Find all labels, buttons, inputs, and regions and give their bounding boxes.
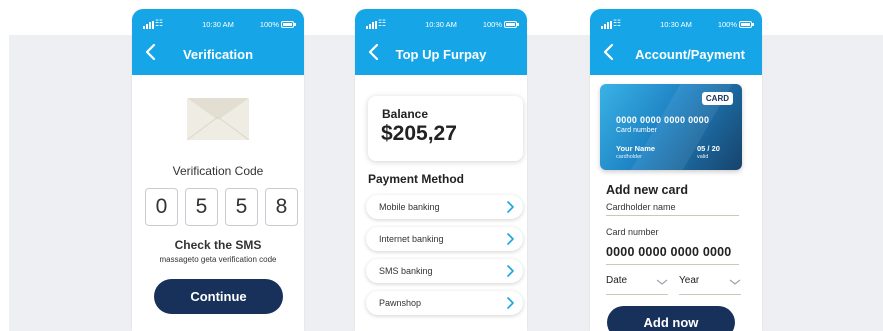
payment-method-label: SMS banking <box>379 266 433 276</box>
card-number-field-label: Card number <box>606 227 659 237</box>
code-digit-input[interactable]: 0 <box>145 188 178 226</box>
payment-method-item[interactable]: Pawnshop <box>366 291 523 315</box>
payment-method-item[interactable]: SMS banking <box>366 259 523 283</box>
field-underline <box>606 215 739 216</box>
header: ☷ 10:30 AM 100% Top Up Furpay <box>355 9 527 75</box>
chevron-right-icon <box>507 265 514 277</box>
status-bar: ☷ 10:30 AM 100% <box>355 18 527 31</box>
year-select-label: Year <box>679 275 700 286</box>
header: ☷ 10:30 AM 100% Verification <box>132 9 304 75</box>
balance-card: Balance $205,27 <box>368 96 523 161</box>
envelope-icon <box>187 98 249 140</box>
card-number-label: Card number <box>616 127 657 134</box>
chevron-down-icon <box>729 279 741 285</box>
battery-icon <box>739 21 754 28</box>
code-digit-input[interactable]: 5 <box>185 188 218 226</box>
sms-title: Check the SMS <box>174 238 262 252</box>
year-select[interactable]: Year <box>679 275 741 295</box>
cardholder-name: Your Name <box>616 144 656 153</box>
verification-code-label: Verification Code <box>172 164 264 178</box>
card-valid-label: valid <box>697 154 709 160</box>
field-underline <box>606 294 668 295</box>
card-number-field[interactable]: 0000 0000 0000 0000 <box>606 245 731 259</box>
field-underline <box>679 294 741 295</box>
code-digit-input[interactable]: 5 <box>225 188 258 226</box>
phone-topup: ☷ 10:30 AM 100% Top Up Furpay Balance $2… <box>355 9 527 331</box>
phone-verification: ☷ 10:30 AM 100% Verification Verificatio… <box>132 9 304 331</box>
payment-method-label: Internet banking <box>379 234 444 244</box>
payment-method-item[interactable]: Mobile banking <box>366 195 523 219</box>
chevron-right-icon <box>507 297 514 309</box>
continue-button[interactable]: Continue <box>154 279 283 314</box>
card-valid-date: 05 / 20 <box>697 144 720 153</box>
date-select-label: Date <box>606 275 628 286</box>
field-underline <box>606 264 739 265</box>
card-number: 0000 0000 0000 0000 <box>616 115 710 125</box>
balance-label: Balance <box>382 107 429 121</box>
status-bar: ☷ 10:30 AM 100% <box>132 18 304 31</box>
cardholder-label: cardholder <box>616 154 642 160</box>
battery-percent: 100% <box>717 20 737 29</box>
sms-subtitle: massageto geta verification code <box>159 255 277 264</box>
add-card-title: Add new card <box>606 183 688 197</box>
header: ☷ 10:30 AM 100% Account/Payment <box>590 9 762 75</box>
add-now-button[interactable]: Add now <box>607 306 735 331</box>
battery-percent: 100% <box>482 20 502 29</box>
battery-icon <box>281 21 296 28</box>
payment-method-label: Pawnshop <box>379 298 422 308</box>
payment-method-title: Payment Method <box>368 172 465 186</box>
code-digit-input[interactable]: 8 <box>265 188 298 226</box>
page-title: Top Up Furpay <box>395 47 487 62</box>
chevron-right-icon <box>507 233 514 245</box>
page-title: Verification <box>182 47 254 62</box>
battery-icon <box>504 21 519 28</box>
chevron-right-icon <box>507 201 514 213</box>
chevron-down-icon <box>656 279 668 285</box>
payment-method-label: Mobile banking <box>379 202 440 212</box>
page-title: Account/Payment <box>635 47 745 62</box>
date-select[interactable]: Date <box>606 275 668 295</box>
phone-account-payment: ☷ 10:30 AM 100% Account/Payment CARD 000… <box>590 9 762 331</box>
credit-card[interactable]: CARD 0000 0000 0000 0000 Card number You… <box>600 84 742 170</box>
status-bar: ☷ 10:30 AM 100% <box>590 18 762 31</box>
payment-method-item[interactable]: Internet banking <box>366 227 523 251</box>
card-badge: CARD <box>701 92 733 105</box>
balance-value: $205,27 <box>381 122 457 145</box>
battery-percent: 100% <box>259 20 279 29</box>
cardholder-name-field[interactable]: Cardholder name <box>606 202 676 212</box>
